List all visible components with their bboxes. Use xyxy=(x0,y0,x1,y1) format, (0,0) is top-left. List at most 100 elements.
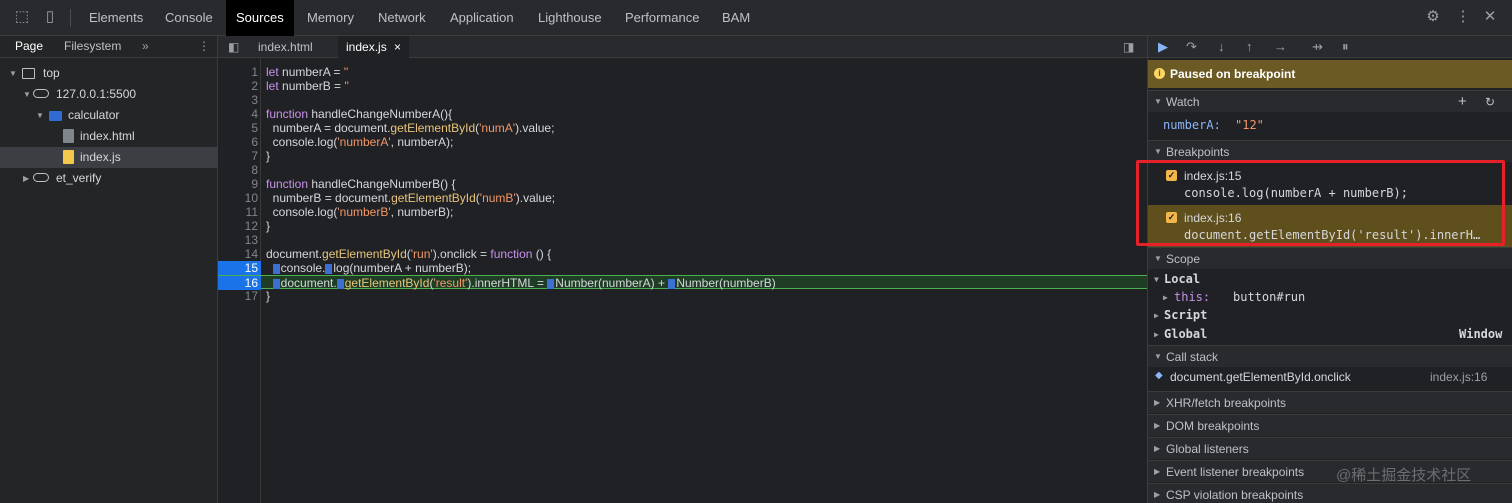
code-line[interactable]: 12} xyxy=(218,219,1147,233)
scope-section-header[interactable]: ▼ Scope xyxy=(1148,247,1512,269)
code-line[interactable]: 5 numberA = document.getElementById('num… xyxy=(218,121,1147,135)
tab-performance[interactable]: Performance xyxy=(615,0,709,36)
watch-section-header[interactable]: ▼ Watch + ↻ xyxy=(1148,90,1512,112)
tree-item-top[interactable]: ▼ top xyxy=(0,63,217,84)
xhr-breakpoints-header[interactable]: ▶ XHR/fetch breakpoints xyxy=(1148,391,1512,413)
tab-lighthouse[interactable]: Lighthouse xyxy=(528,0,612,36)
line-number[interactable]: 7 xyxy=(218,149,258,163)
toggle-debugger-icon[interactable]: ◨ xyxy=(1123,36,1134,58)
current-execution-line[interactable]: 16 document. getElementById('result').inn… xyxy=(218,275,1147,290)
line-number[interactable]: 17 xyxy=(218,289,258,303)
scope-local[interactable]: ▼ Local xyxy=(1148,272,1512,290)
line-number[interactable]: 13 xyxy=(218,233,258,247)
code-line[interactable]: 7} xyxy=(218,149,1147,163)
device-toolbar-icon[interactable]: ▯ xyxy=(42,9,58,25)
code-line[interactable]: 8 xyxy=(218,163,1147,177)
step-into-icon[interactable]: ↓ xyxy=(1218,39,1225,54)
inspect-element-icon[interactable]: ⬚ xyxy=(14,9,30,25)
settings-gear-icon[interactable]: ⚙ xyxy=(1425,9,1441,25)
close-icon[interactable]: ✕ xyxy=(1482,9,1498,25)
code-line[interactable]: 1 let numberA = '' xyxy=(218,65,1147,79)
tree-item-index-js[interactable]: index.js xyxy=(0,147,217,168)
tab-bam[interactable]: BAM xyxy=(712,0,760,36)
step-icon[interactable]: → xyxy=(1274,39,1287,54)
refresh-icon[interactable]: ↻ xyxy=(1485,91,1495,113)
line-number[interactable]: 10 xyxy=(218,191,258,205)
expand-icon: ▼ xyxy=(1154,254,1162,263)
tab-elements[interactable]: Elements xyxy=(79,0,153,36)
tab-index-js[interactable]: index.js × xyxy=(338,36,410,58)
pause-on-exceptions-icon[interactable]: ⏸ xyxy=(1342,39,1349,55)
tab-memory[interactable]: Memory xyxy=(297,0,364,36)
tab-page[interactable]: Page xyxy=(15,39,43,53)
line-number[interactable]: 2 xyxy=(218,79,258,93)
code-line[interactable]: 6 console.log('numberA', numberA); xyxy=(218,135,1147,149)
section-title: Call stack xyxy=(1166,350,1219,364)
breakpoint-location: index.js:16 xyxy=(1184,211,1242,225)
tree-item-label: calculator xyxy=(68,108,120,122)
tree-item-calculator[interactable]: ▼ calculator xyxy=(0,105,217,126)
breakpoint-item[interactable]: ✓ index.js:15 console.log(numberA + numb… xyxy=(1148,163,1512,205)
scope-script[interactable]: ▶ Script xyxy=(1148,308,1512,326)
file-icon xyxy=(63,129,74,143)
toggle-navigator-icon[interactable]: ◧ xyxy=(228,36,239,58)
more-options-icon[interactable]: ⋮ xyxy=(1455,9,1471,25)
resume-icon[interactable]: ▶ xyxy=(1158,39,1168,55)
line-number[interactable]: 11 xyxy=(218,205,258,219)
line-number[interactable]: 5 xyxy=(218,121,258,135)
watch-expression[interactable]: numberA: "12" xyxy=(1148,118,1512,138)
code-line[interactable]: 14 document.getElementById('run').onclick… xyxy=(218,247,1147,261)
code-line[interactable]: 3 xyxy=(218,93,1147,107)
frame-location[interactable]: index.js:16 xyxy=(1430,370,1487,384)
breakpoint-checkbox[interactable]: ✓ xyxy=(1166,212,1177,223)
breakpoint-marker[interactable]: 16 xyxy=(218,276,261,290)
code-line[interactable]: 9 function handleChangeNumberB() { xyxy=(218,177,1147,191)
line-number[interactable]: 6 xyxy=(218,135,258,149)
tab-filesystem[interactable]: Filesystem xyxy=(64,39,121,53)
line-number[interactable]: 12 xyxy=(218,219,258,233)
line-number[interactable]: 1 xyxy=(218,65,258,79)
breakpoint-checkbox[interactable]: ✓ xyxy=(1166,170,1177,181)
line-number[interactable]: 3 xyxy=(218,93,258,107)
close-tab-icon[interactable]: × xyxy=(394,40,401,54)
tab-console[interactable]: Console xyxy=(155,0,223,36)
tab-network[interactable]: Network xyxy=(368,0,436,36)
tree-item-host[interactable]: ▼ 127.0.0.1:5500 xyxy=(0,84,217,105)
line-number[interactable]: 8 xyxy=(218,163,258,177)
breakpoint-marker[interactable]: 15 xyxy=(218,261,261,275)
scope-label: Local xyxy=(1164,272,1201,286)
csp-violation-breakpoints-header[interactable]: ▶ CSP violation breakpoints xyxy=(1148,483,1512,503)
breakpoint-line[interactable]: 15 console. log(numberA + numberB); xyxy=(218,261,1147,275)
code-line[interactable]: 10 numberB = document.getElementById('nu… xyxy=(218,191,1147,205)
call-frame[interactable]: ◆ document.getElementById.onclick index.… xyxy=(1148,370,1512,390)
scope-this[interactable]: ▶ this: button#run xyxy=(1148,290,1512,308)
step-over-icon[interactable]: ↷ xyxy=(1186,39,1197,55)
code-line[interactable]: 17} xyxy=(218,289,1147,303)
tab-index-html[interactable]: index.html xyxy=(258,36,313,58)
line-number[interactable]: 9 xyxy=(218,177,258,191)
global-listeners-header[interactable]: ▶ Global listeners xyxy=(1148,437,1512,459)
code-line[interactable]: 13 xyxy=(218,233,1147,247)
scope-global[interactable]: ▶ Global Window xyxy=(1148,327,1512,345)
more-tabs-icon[interactable]: » xyxy=(142,39,149,53)
tab-sources[interactable]: Sources xyxy=(226,0,294,36)
add-watch-icon[interactable]: + xyxy=(1458,91,1467,113)
tree-item-et-verify[interactable]: ▶ et_verify xyxy=(0,168,217,189)
tree-item-index-html[interactable]: index.html xyxy=(0,126,217,147)
breakpoints-section-header[interactable]: ▼ Breakpoints xyxy=(1148,140,1512,162)
tab-application[interactable]: Application xyxy=(440,0,524,36)
code-line[interactable]: 11 console.log('numberB', numberB); xyxy=(218,205,1147,219)
more-options-icon[interactable]: ⋮ xyxy=(198,39,210,53)
debugger-sidebar: ▶ ↷ ↓ ↑ → ⇸ ⏸ i Paused on breakpoint ▼ W… xyxy=(1147,36,1512,503)
dom-breakpoints-header[interactable]: ▶ DOM breakpoints xyxy=(1148,414,1512,436)
line-number[interactable]: 4 xyxy=(218,107,258,121)
call-stack-section-header[interactable]: ▼ Call stack xyxy=(1148,345,1512,367)
code-line[interactable]: 4 function handleChangeNumberA(){ xyxy=(218,107,1147,121)
deactivate-breakpoints-icon[interactable]: ⇸ xyxy=(1312,39,1323,55)
tab-label: index.js xyxy=(346,40,387,54)
code-line[interactable]: 2 let numberB = '' xyxy=(218,79,1147,93)
line-number[interactable]: 14 xyxy=(218,247,258,261)
step-out-icon[interactable]: ↑ xyxy=(1246,39,1253,54)
breakpoint-item-active[interactable]: ✓ index.js:16 document.getElementById('r… xyxy=(1148,205,1512,247)
watermark: @稀土掘金技术社区 xyxy=(1336,467,1472,484)
